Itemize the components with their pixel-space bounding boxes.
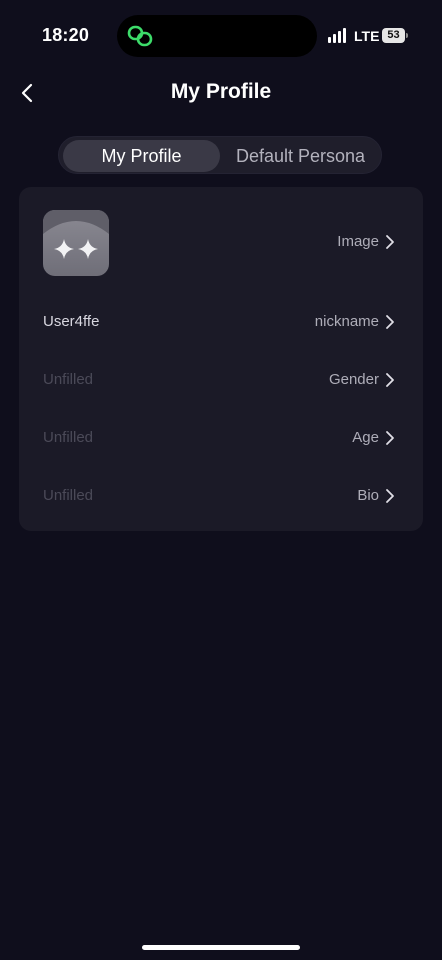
age-row[interactable]: Unfilled Age [19,415,423,461]
gender-row[interactable]: Unfilled Gender [19,357,423,403]
battery-level: 53 [382,28,405,43]
sparkle-icon [43,210,109,259]
nickname-row-action: nickname [315,313,395,330]
battery-icon: 53 [382,28,408,43]
bio-row-action: Bio [357,487,395,504]
status-time: 18:20 [42,25,90,45]
age-value: Unfilled [43,429,94,446]
profile-card: Image User4ffe nickname Unfilled Gender … [19,187,423,531]
link-icon [127,25,153,47]
bio-value: Unfilled [43,487,94,504]
image-row-action: Image [337,233,395,250]
dynamic-island[interactable] [117,15,317,57]
age-row-action: Age [352,429,395,446]
age-label: Age [352,429,379,446]
bio-row[interactable]: Unfilled Bio [19,473,423,519]
nickname-value: User4ffe [43,313,100,330]
profile-tabs: My Profile Default Persona [58,136,382,174]
chevron-right-icon [386,372,394,387]
avatar[interactable] [43,210,109,276]
bio-label: Bio [357,487,379,504]
image-row[interactable]: Image [19,187,423,299]
gender-value: Unfilled [43,371,94,388]
chevron-right-icon [386,314,394,329]
home-indicator[interactable] [142,945,300,950]
network-type-label: LTE [354,28,380,44]
image-label: Image [337,233,379,250]
tab-my-profile[interactable]: My Profile [63,140,220,172]
battery-cap [406,33,408,38]
gender-row-action: Gender [329,371,395,388]
gender-label: Gender [328,371,379,388]
nickname-label: nickname [314,313,379,330]
page-title: My Profile [170,80,272,103]
chevron-right-icon [386,430,394,445]
signal-strength-icon [328,28,346,43]
chevron-right-icon [386,234,394,249]
status-bar: 18:20 LTE 53 [0,0,442,72]
tab-default-persona[interactable]: Default Persona [222,140,379,172]
chevron-right-icon [386,488,394,503]
nickname-row[interactable]: User4ffe nickname [19,299,423,345]
